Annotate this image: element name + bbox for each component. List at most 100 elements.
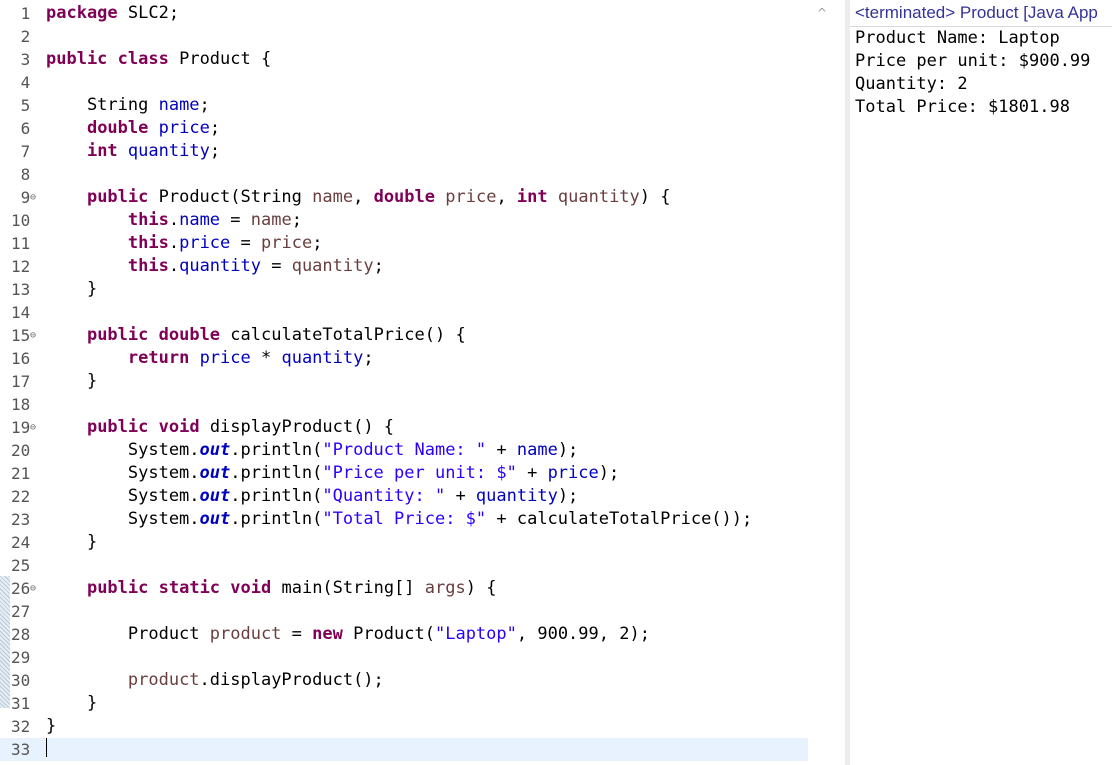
code-line[interactable]: 11 this.price = price; [0,232,808,255]
code-text: String name; [46,94,210,117]
code-text: } [46,278,97,301]
console-output-line: Total Price: $1801.98 [855,97,1070,117]
code-text: int quantity; [46,140,220,163]
code-token: int [86,141,118,161]
fold-collapse-icon[interactable]: ⊖ [30,416,36,439]
console-output-line: Price per unit: $900.99 [855,51,1091,71]
code-token: quantity [475,486,558,506]
code-line[interactable]: 5 String name; [0,94,808,117]
line-number: 26 [11,579,31,598]
code-line[interactable]: 21 System.out.println("Price per unit: $… [0,462,808,485]
code-token: price [158,118,210,138]
code-line[interactable]: 31 } [0,692,808,715]
code-line[interactable]: 30 product.displayProduct(); [0,669,808,692]
scroll-up-arrow-icon[interactable]: ^ [815,6,829,20]
code-line[interactable]: 16 return price * quantity; [0,347,808,370]
fold-collapse-icon[interactable]: ⊖ [30,324,36,347]
code-text: this.name = name; [46,209,302,232]
code-line[interactable]: 29 [0,646,808,669]
code-token: int [516,187,548,207]
fold-collapse-icon[interactable]: ⊖ [30,186,36,209]
code-token: . [168,256,180,276]
code-line[interactable]: 7 int quantity; [0,140,808,163]
code-token: , 900.99, 2); [516,624,650,644]
code-line[interactable]: 9 ⊖ public Product(String name, double pr… [0,186,808,209]
code-line[interactable]: 14 [0,301,808,324]
code-line[interactable]: 12 this.quantity = quantity; [0,255,808,278]
code-text: public class Product { [46,48,271,71]
line-number: 16 [11,349,31,368]
code-line[interactable]: 1 package SLC2; [0,2,808,25]
code-line[interactable]: 22 System.out.println("Quantity: " + qua… [0,485,808,508]
code-token: main(String[] [271,578,425,598]
code-line[interactable]: 24 } [0,531,808,554]
code-text: package SLC2; [46,2,179,25]
code-token: price [261,233,313,253]
code-line[interactable]: 8 [0,163,808,186]
line-number: 10 [11,211,31,230]
line-number: 17 [11,372,31,391]
code-token: } [46,716,57,736]
line-number: 24 [11,533,31,552]
code-line[interactable]: 4 [0,71,808,94]
code-line[interactable]: 3 public class Product { [0,48,808,71]
code-line[interactable]: 33 [0,738,808,761]
code-token: ); [598,463,620,483]
line-number: 20 [11,441,31,460]
code-text: Product product = new Product("Laptop", … [46,623,650,646]
code-line[interactable]: 15 ⊖ public double calculateTotalPrice() … [0,324,808,347]
code-token: name [158,95,200,115]
code-line[interactable]: 26 ⊖ public static void main(String[] arg… [0,577,808,600]
code-text: return price * quantity; [46,347,374,370]
code-token: price [445,187,497,207]
code-line[interactable]: 6 double price; [0,117,808,140]
code-line[interactable]: 17 } [0,370,808,393]
code-line[interactable]: 23 System.out.println("Total Price: $" +… [0,508,808,531]
code-token: package [46,3,118,23]
console-view[interactable]: <terminated> Product [Java App Product N… [850,0,1112,765]
code-line[interactable]: 13 } [0,278,808,301]
code-token: ) { [639,187,671,207]
code-token: , [496,187,517,207]
line-number: 3 [11,50,31,69]
line-number: 27 [11,602,31,621]
line-number: 8 [11,165,31,184]
code-token: "Price per unit: $" [322,463,517,483]
code-text: public void displayProduct() { [46,416,394,439]
code-token: quantity [179,256,261,276]
code-token: double [373,187,435,207]
line-number: 29 [11,648,31,667]
code-token: System. [46,440,200,460]
editor-scrollbar[interactable] [808,0,842,765]
code-token: name [516,440,558,460]
console-output-line: Product Name: Laptop [855,28,1060,48]
line-number: 18 [11,395,31,414]
code-line[interactable]: 25 [0,554,808,577]
code-line[interactable]: 32} [0,715,808,738]
code-token: quantity [291,256,374,276]
code-line[interactable]: 20 System.out.println("Product Name: " +… [0,439,808,462]
code-line[interactable]: 27 [0,600,808,623]
code-token: } [46,371,98,391]
code-token: ); [557,486,579,506]
code-line[interactable]: 18 [0,393,808,416]
fold-collapse-icon[interactable]: ⊖ [30,577,36,600]
code-token: ) { [465,578,497,598]
code-line[interactable]: 28 Product product = new Product("Laptop… [0,623,808,646]
code-line[interactable]: 19 ⊖ public void displayProduct() { [0,416,808,439]
code-editor[interactable]: 1 package SLC2; 2 3 public class Product {… [0,0,808,765]
code-token: public [86,417,149,437]
code-line[interactable]: 2 [0,25,808,48]
line-number: 13 [11,280,31,299]
code-line[interactable]: 10 this.name = name; [0,209,808,232]
line-number: 15 [11,326,31,345]
code-token: name [179,210,221,230]
code-token: SLC2; [117,3,180,23]
code-token: quantity [281,348,364,368]
